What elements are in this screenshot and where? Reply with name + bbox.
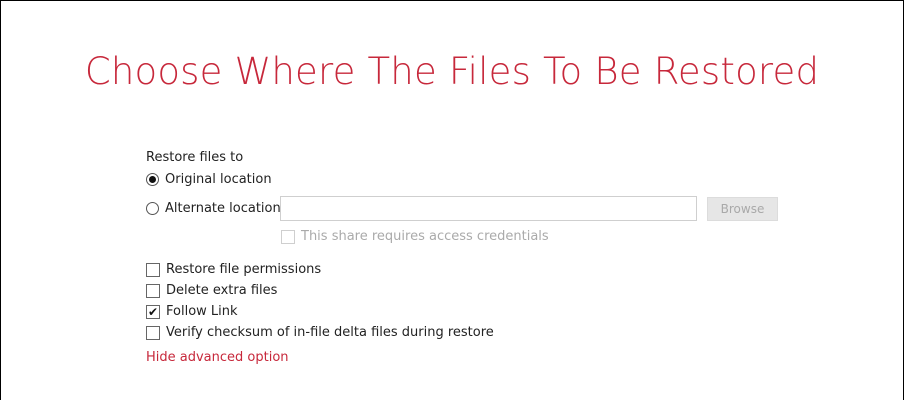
restore-file-permissions-checkbox[interactable] (146, 262, 160, 277)
verify-checksum-label: Verify checksum of in-file delta files d… (166, 325, 494, 340)
restore-files-to-label: Restore files to (146, 150, 244, 165)
follow-link-option[interactable]: ✔ Follow Link (146, 304, 238, 319)
credentials-checkbox[interactable] (281, 229, 295, 244)
delete-extra-files-checkbox[interactable] (146, 283, 160, 298)
checkmark-icon: ✔ (147, 304, 159, 319)
delete-extra-files-label: Delete extra files (166, 283, 278, 298)
credentials-label: This share requires access credentials (301, 229, 549, 244)
page-title: Choose Where The Files To Be Restored (84, 50, 820, 93)
hide-advanced-option-link[interactable]: Hide advanced option (146, 350, 289, 365)
follow-link-checkbox[interactable]: ✔ (146, 304, 160, 319)
alternate-location-radio[interactable] (146, 202, 159, 215)
original-location-radio[interactable] (146, 173, 159, 186)
verify-checksum-checkbox[interactable] (146, 325, 160, 340)
verify-checksum-option[interactable]: Verify checksum of in-file delta files d… (146, 325, 494, 340)
original-location-label: Original location (165, 172, 272, 187)
credentials-option[interactable]: This share requires access credentials (281, 229, 549, 244)
alternate-location-path-input[interactable] (280, 196, 697, 221)
radio-selected-dot-icon (149, 176, 156, 183)
alternate-location-option[interactable]: Alternate location (146, 201, 281, 216)
restore-file-permissions-label: Restore file permissions (166, 262, 322, 277)
browse-button[interactable]: Browse (707, 197, 778, 221)
alternate-location-label: Alternate location (165, 201, 281, 216)
original-location-option[interactable]: Original location (146, 172, 272, 187)
follow-link-label: Follow Link (166, 304, 238, 319)
restore-file-permissions-option[interactable]: Restore file permissions (146, 262, 321, 277)
delete-extra-files-option[interactable]: Delete extra files (146, 283, 277, 298)
